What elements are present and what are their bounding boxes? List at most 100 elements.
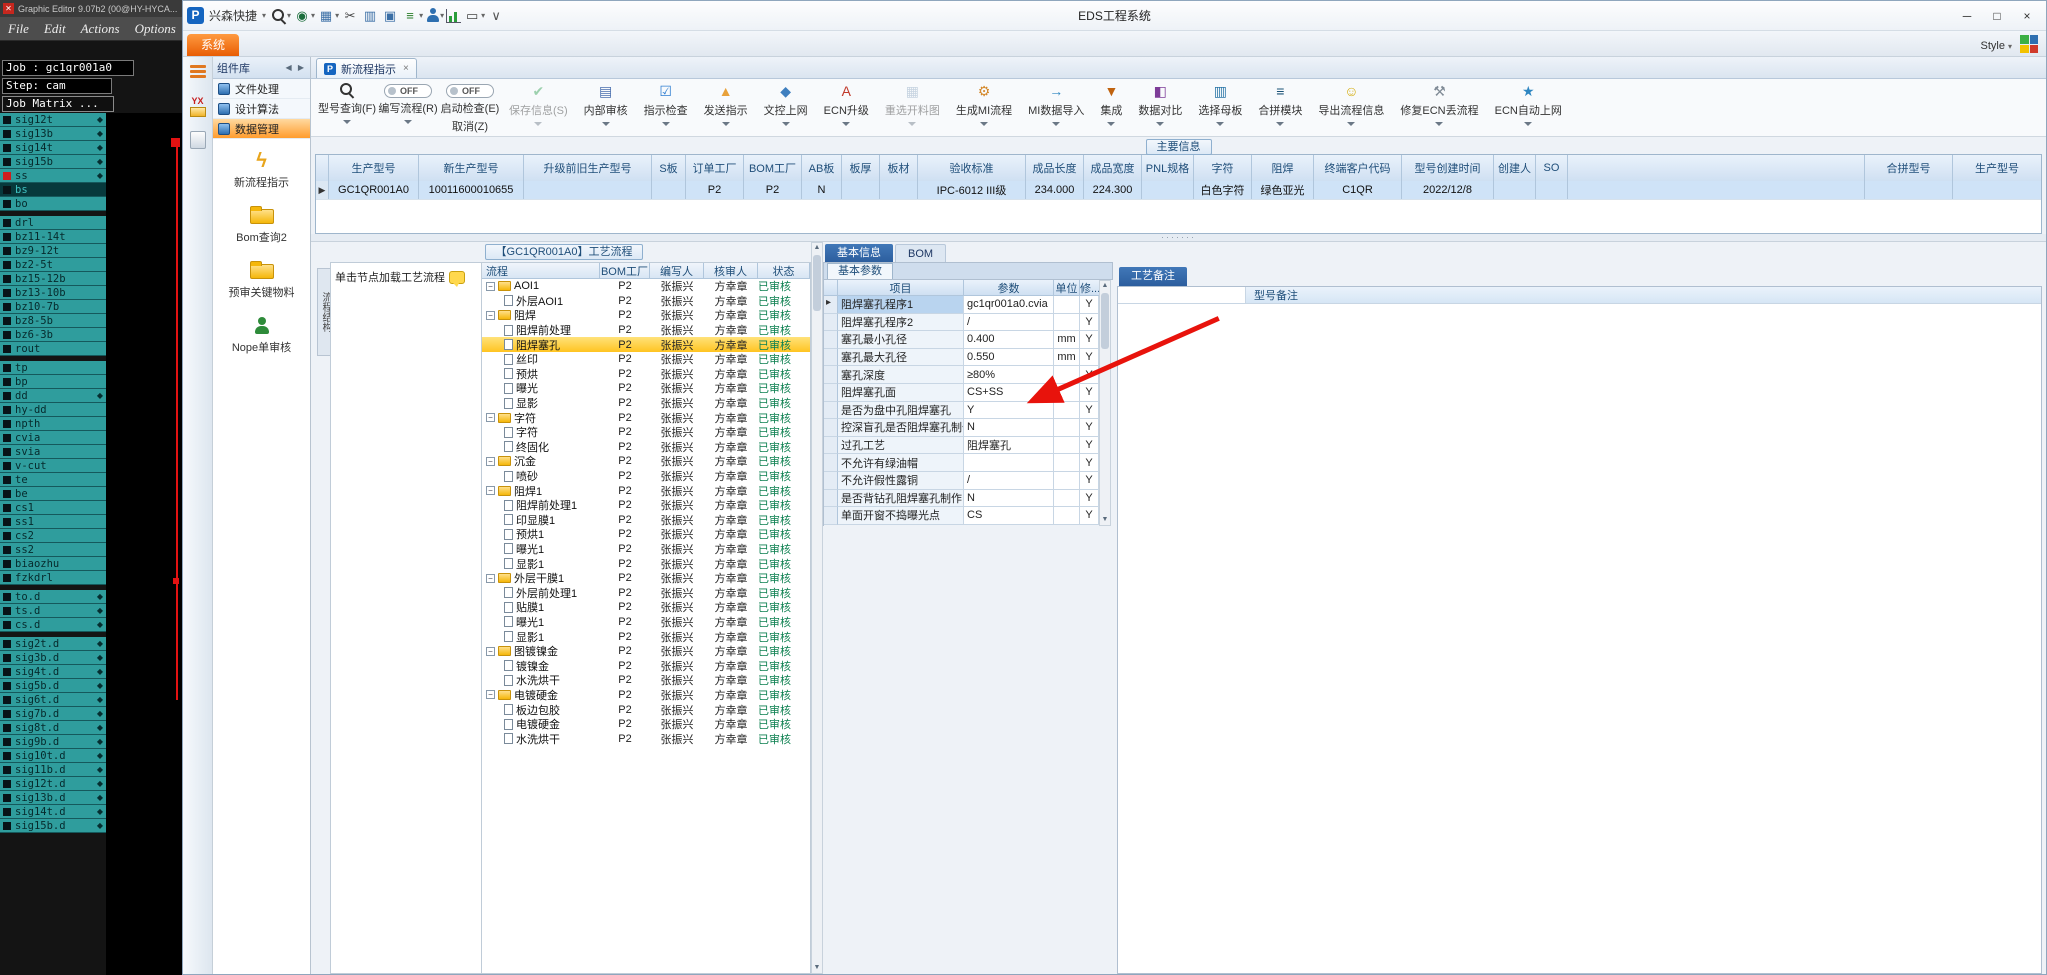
layer-visibility-marker[interactable]	[3, 433, 11, 442]
tab-new-flow-indication[interactable]: P 新流程指示 ×	[316, 58, 417, 78]
menu-item[interactable]: Options	[135, 21, 176, 37]
dropdown-caret-icon[interactable]	[980, 122, 989, 126]
layer-row[interactable]: sig12t.d ◆	[0, 777, 106, 791]
layer-visibility-marker[interactable]	[3, 475, 11, 484]
columns-icon[interactable]: ▥	[361, 7, 379, 25]
row-selector-cell[interactable]	[824, 454, 838, 472]
table-icon[interactable]: ▦	[317, 7, 335, 25]
dropdown-caret-icon[interactable]	[343, 120, 351, 124]
flow-tree-row[interactable]: − 曝光1 P2 张振兴 方幸章	[482, 542, 810, 557]
column-header[interactable]: 单位	[1054, 280, 1080, 296]
layer-row[interactable]: dd ◆	[0, 389, 106, 403]
param-row[interactable]: 塞孔最大孔径 0.550 mm Y	[824, 348, 1099, 367]
layer-row[interactable]: bz11-14t ◆	[0, 230, 106, 244]
dropdown-caret-icon[interactable]	[1107, 122, 1116, 126]
column-header[interactable]: 成品宽度	[1084, 155, 1142, 181]
tab-basic-info[interactable]: 基本信息	[825, 244, 893, 262]
layer-row[interactable]: sig14t ◆	[0, 141, 106, 155]
column-header[interactable]: 生产型号	[329, 155, 419, 181]
start-check-toggle[interactable]: OFF	[446, 84, 494, 98]
component-tool[interactable]: Nope单审核	[217, 314, 307, 355]
row-selector-cell[interactable]	[824, 383, 838, 402]
column-header[interactable]	[1568, 155, 1865, 181]
menu-item[interactable]: Edit	[44, 21, 66, 37]
row-selector-cell[interactable]	[824, 436, 838, 455]
chevron-down-icon[interactable]: ▾	[287, 11, 291, 20]
menu-icon[interactable]: ≡	[401, 7, 419, 25]
model-query-button[interactable]: 型号查询(F)	[317, 82, 377, 124]
flow-tree-row[interactable]: − 字符 P2 张振兴 方幸章	[482, 425, 810, 440]
layer-row[interactable]: sig7b.d ◆	[0, 707, 106, 721]
layer-row[interactable]: biaozhu ◆	[0, 557, 106, 571]
row-selector-cell[interactable]	[824, 507, 838, 525]
column-header[interactable]: 型号创建时间	[1402, 155, 1494, 181]
column-header[interactable]: 合拼型号	[1865, 155, 1953, 181]
column-header[interactable]: SO	[1536, 155, 1568, 181]
layer-visibility-marker[interactable]	[3, 344, 11, 353]
style-selector[interactable]: Style ▾	[1981, 40, 2012, 52]
layer-row[interactable]: bp ◆	[0, 375, 106, 389]
chevron-down-icon[interactable]: ▾	[262, 11, 266, 20]
layer-visibility-marker[interactable]	[3, 218, 11, 227]
horizontal-splitter[interactable]: ·······	[311, 233, 2046, 242]
menu-item[interactable]: File	[8, 21, 29, 37]
collapse-icon[interactable]: −	[486, 573, 495, 583]
ribbon-button[interactable]: ▥ 选择母板	[1190, 82, 1250, 126]
layer-row[interactable]: cvia ◆	[0, 431, 106, 445]
column-header[interactable]: BOM工厂	[600, 263, 650, 279]
param-value-cell[interactable]: 阻焊塞孔	[964, 436, 1054, 455]
dropdown-caret-icon[interactable]	[601, 122, 610, 126]
layer-visibility-marker[interactable]	[3, 667, 11, 676]
layer-visibility-marker[interactable]	[3, 821, 11, 830]
write-flow-label[interactable]: 编写流程(R)	[378, 100, 437, 116]
layer-row[interactable]: cs2 ◆	[0, 529, 106, 543]
param-row[interactable]: 阻焊塞孔程序1 gc1qr001a0.cvia Y	[824, 296, 1099, 314]
layer-row[interactable]: ss ◆	[0, 169, 106, 183]
layer-visibility-marker[interactable]	[3, 405, 11, 414]
layer-visibility-marker[interactable]	[3, 779, 11, 788]
column-header[interactable]: 板材	[880, 155, 918, 181]
column-header[interactable]: 终端客户代码	[1314, 155, 1402, 181]
layer-row[interactable]: drl ◆	[0, 216, 106, 230]
param-row[interactable]: 控深盲孔是否阻焊塞孔制作 N Y	[824, 419, 1099, 437]
param-value-cell[interactable]: /	[964, 313, 1054, 332]
row-selector-cell[interactable]: ▶	[316, 181, 329, 199]
scrollbar-thumb[interactable]	[813, 255, 821, 311]
component-tool[interactable]: ϟ 新流程指示	[217, 149, 307, 190]
layer-visibility-marker[interactable]	[3, 793, 11, 802]
param-row[interactable]: 阻焊塞孔面 CS+SS Y	[824, 383, 1099, 402]
param-row[interactable]: 塞孔深度 ≥80% Y	[824, 366, 1099, 384]
layer-visibility-marker[interactable]	[3, 377, 11, 386]
flow-tree-row[interactable]: − 水洗烘干 P2 张振兴 方幸章	[482, 673, 810, 688]
tab-process-remarks[interactable]: 工艺备注	[1119, 267, 1187, 286]
theme-palette-icon[interactable]	[2020, 35, 2038, 53]
layer-visibility-marker[interactable]	[3, 765, 11, 774]
layer-visibility-marker[interactable]	[3, 517, 11, 526]
start-check-label[interactable]: 启动检查(E)	[441, 100, 500, 116]
layer-visibility-marker[interactable]	[3, 115, 11, 124]
job-matrix-button[interactable]: Job Matrix ...	[2, 96, 114, 112]
param-value-cell[interactable]: CS	[964, 507, 1054, 525]
search-icon[interactable]	[271, 8, 287, 24]
column-header[interactable]: S板	[652, 155, 686, 181]
ribbon-button[interactable]: ▦ 重选开料图	[877, 82, 948, 126]
column-header[interactable]: AB板	[802, 155, 842, 181]
layer-row[interactable]: sig12t ◆	[0, 113, 106, 127]
column-header[interactable]: PNL规格	[1142, 155, 1194, 181]
flow-tree-row[interactable]: − 喷砂 P2 张振兴 方幸章	[482, 469, 810, 484]
layer-visibility-marker[interactable]	[3, 232, 11, 241]
layer-row[interactable]: ss1 ◆	[0, 515, 106, 529]
scrollbar-thumb[interactable]	[1101, 293, 1109, 349]
column-header[interactable]: 阻焊	[1252, 155, 1314, 181]
dropdown-caret-icon[interactable]	[721, 122, 730, 126]
chevron-down-icon[interactable]: ▾	[311, 11, 315, 20]
layer-row[interactable]: sig13b.d ◆	[0, 791, 106, 805]
flow-tree-row[interactable]: − 曝光1 P2 张振兴 方幸章	[482, 615, 810, 630]
layer-row[interactable]: bs ◆	[0, 183, 106, 197]
layer-visibility-marker[interactable]	[3, 302, 11, 311]
dropdown-caret-icon[interactable]	[1052, 122, 1061, 126]
column-header[interactable]: 修...	[1080, 280, 1102, 296]
ribbon-button[interactable]: ◧ 数据对比	[1130, 82, 1190, 126]
param-row[interactable]: 单面开窗不捣曝光点 CS Y	[824, 507, 1099, 525]
param-value-cell[interactable]: 0.400	[964, 331, 1054, 349]
